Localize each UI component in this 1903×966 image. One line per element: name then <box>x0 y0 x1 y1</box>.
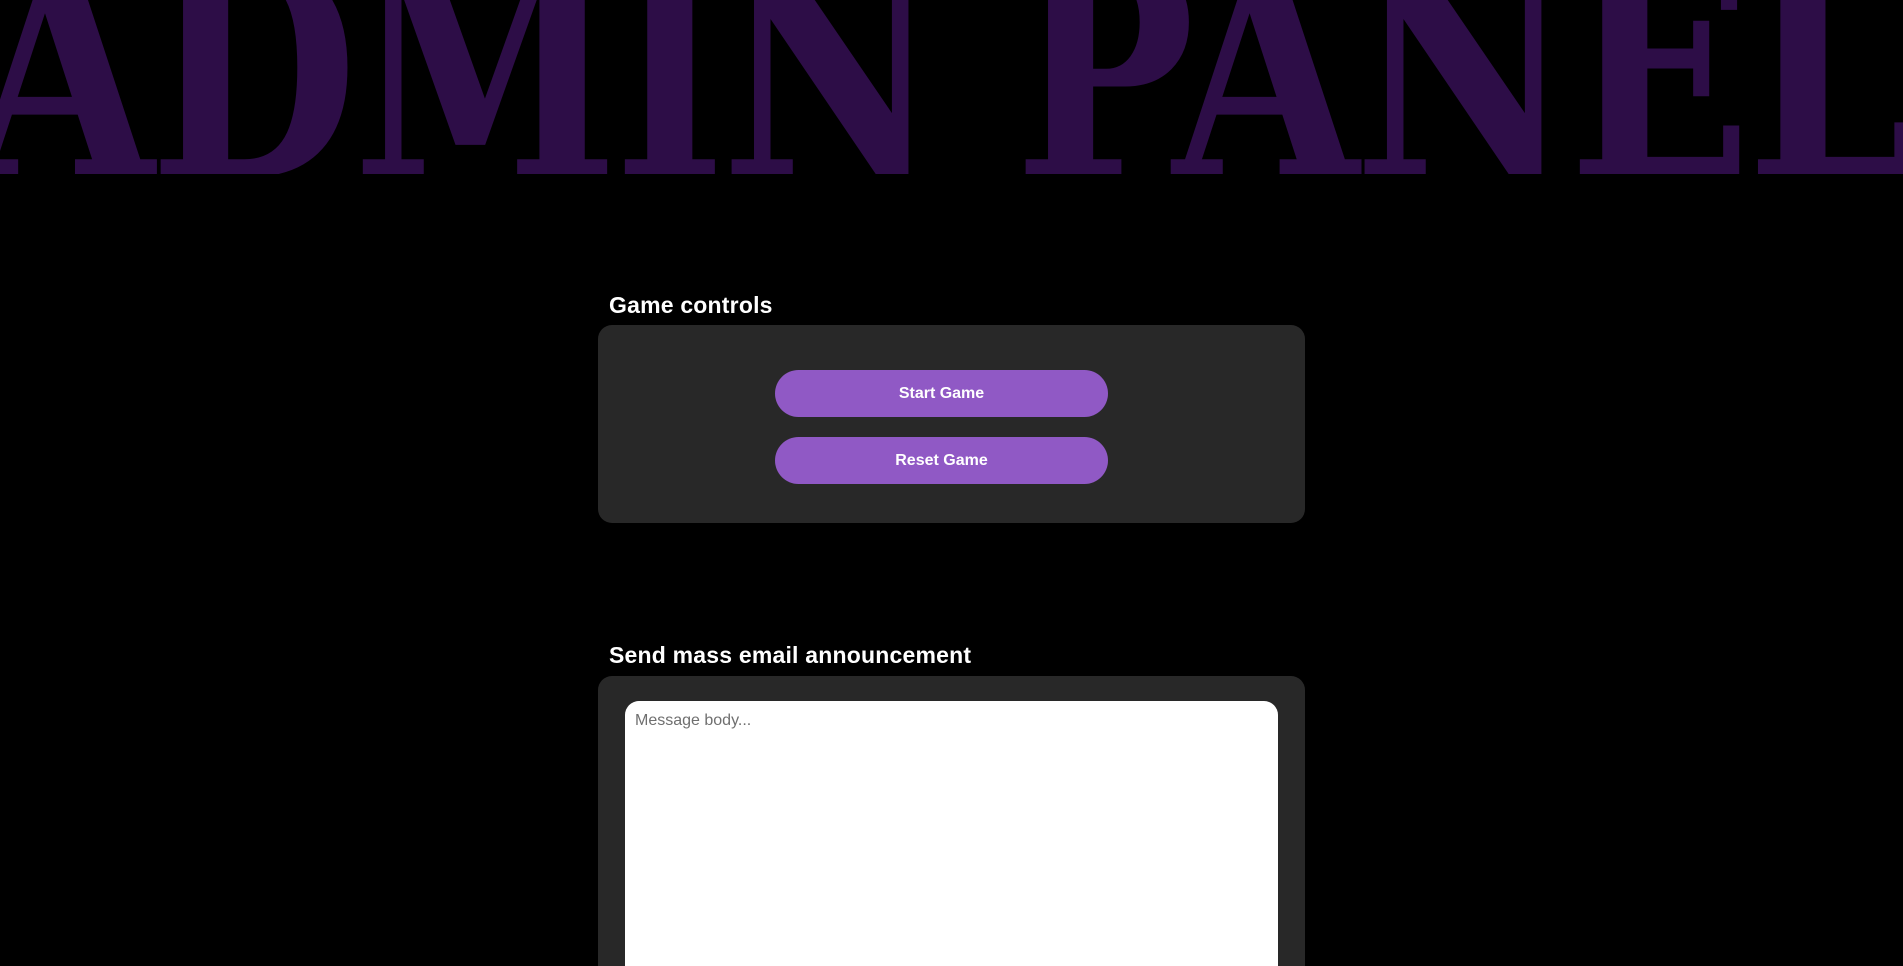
banner-title: ADMIN PANEL <box>0 0 1903 174</box>
message-body-wrapper <box>625 701 1278 966</box>
game-controls-title: Game controls <box>609 292 773 318</box>
mass-email-title: Send mass email announcement <box>609 642 972 668</box>
reset-game-button[interactable]: Reset Game <box>775 437 1108 484</box>
admin-page: ADMIN PANEL Game controls Start Game Res… <box>0 0 1903 966</box>
message-body-input[interactable] <box>625 701 1278 966</box>
admin-panel-banner: ADMIN PANEL <box>0 0 1903 174</box>
game-controls-panel: Start Game Reset Game <box>598 325 1305 523</box>
start-game-button[interactable]: Start Game <box>775 370 1108 417</box>
mass-email-panel <box>598 676 1305 966</box>
